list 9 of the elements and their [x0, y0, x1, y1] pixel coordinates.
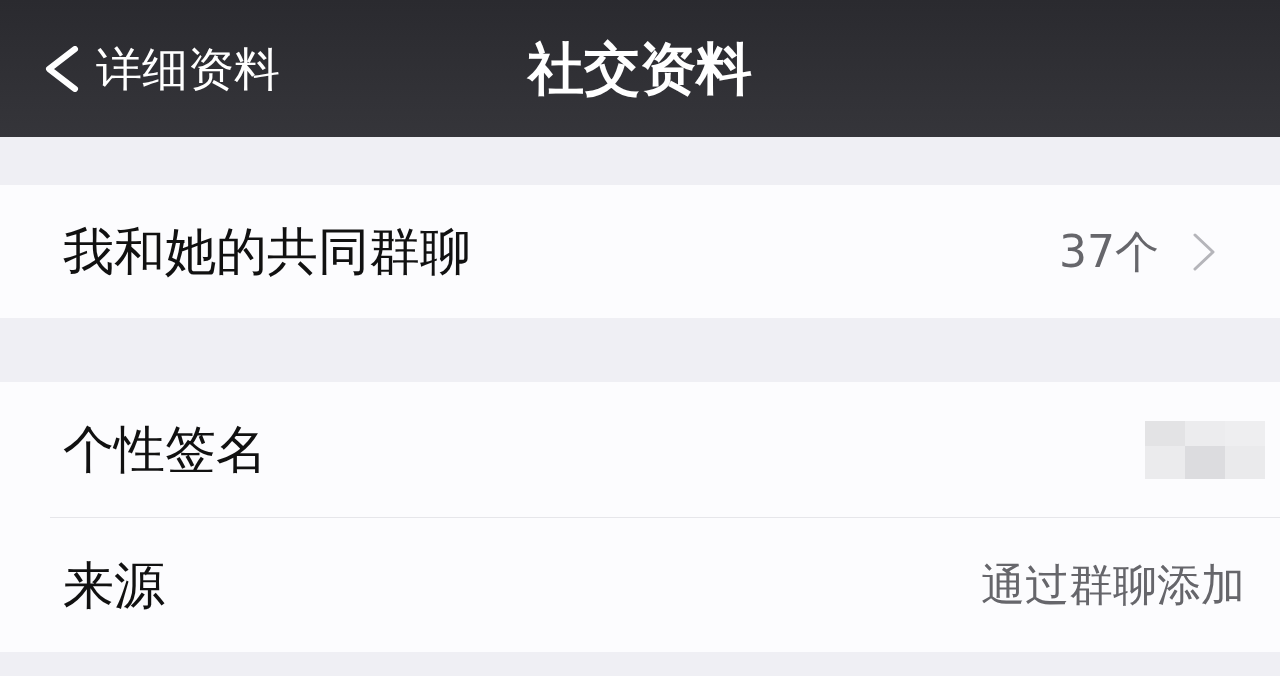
row-label: 个性签名 [63, 424, 267, 475]
row-label: 我和她的共同群聊 [63, 226, 471, 277]
chevron-left-icon [44, 45, 80, 92]
row-value: 通过群聊添加 [981, 563, 1245, 607]
nav-title: 社交资料 [528, 40, 752, 97]
row-label: 来源 [63, 559, 165, 611]
chevron-right-icon [1193, 232, 1215, 271]
row-value: 37个 [1059, 229, 1159, 274]
back-button[interactable]: 详细资料 [44, 45, 280, 92]
